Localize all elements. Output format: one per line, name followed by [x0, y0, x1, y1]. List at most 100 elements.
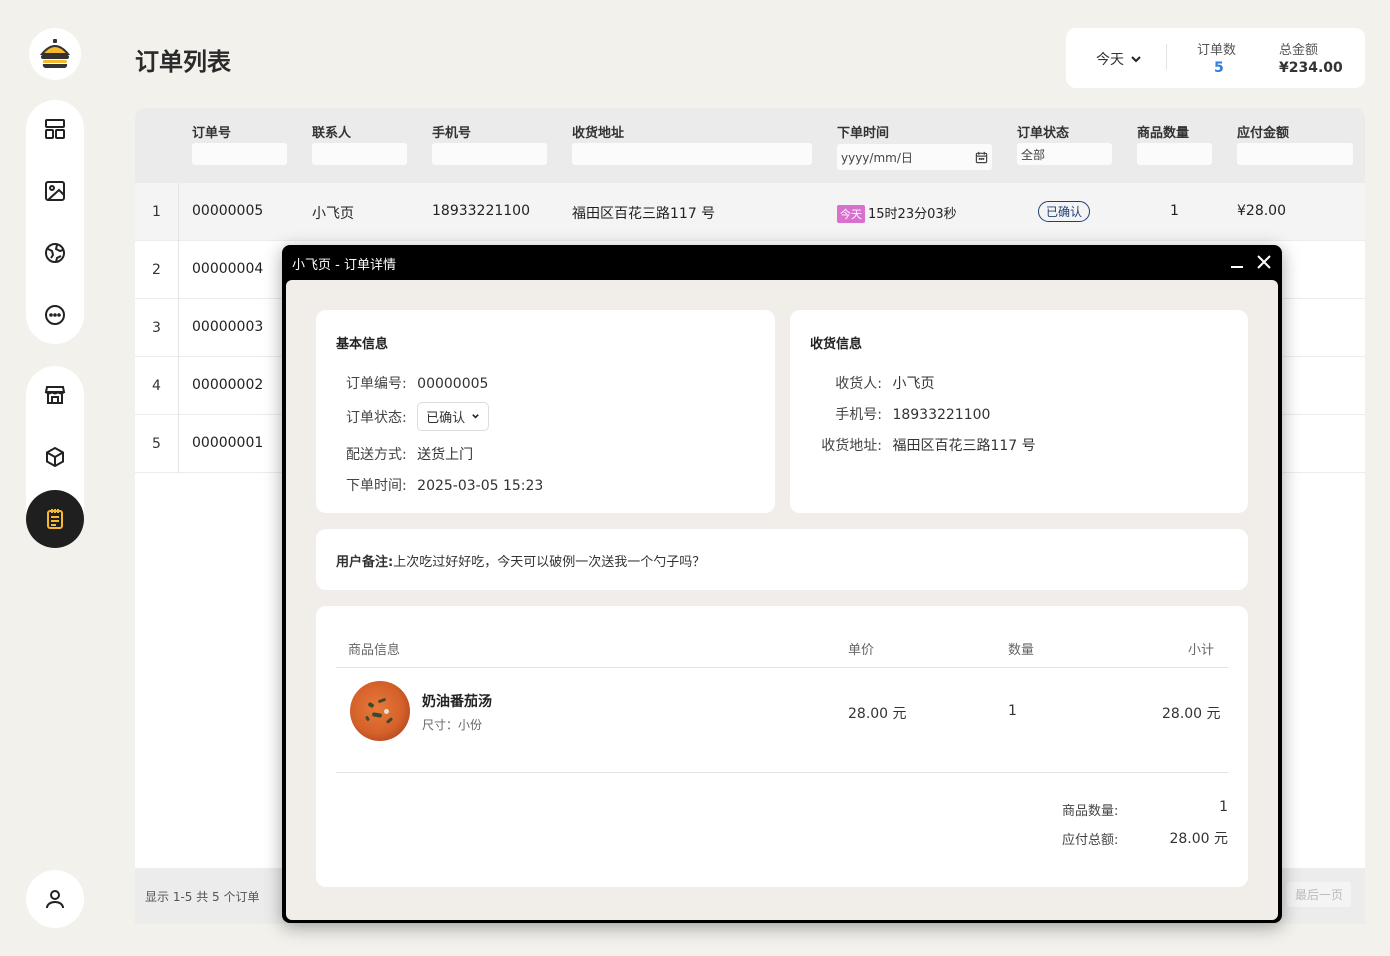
app-logo[interactable] — [29, 28, 81, 80]
cell-phone: 18933221100 — [432, 203, 530, 219]
table-header: 订单号 联系人 手机号 收货地址 下单时间 订单状态 商品数量 应付金额 yyy… — [135, 108, 1365, 183]
receiver-value: 小飞页 — [892, 376, 935, 392]
goods-col-price: 单价 — [848, 643, 875, 658]
basic-info-title: 基本信息 — [336, 337, 389, 352]
more-icon — [45, 305, 65, 325]
col-amount[interactable]: 应付金额 — [1237, 122, 1289, 141]
summary-panel: 今天 订单数 5 总金额 ¥234.00 — [1066, 28, 1365, 88]
order-no-label: 订单编号: — [346, 376, 407, 392]
receiver-field: 收货人: 小飞页 — [820, 373, 934, 393]
goods-col-qty: 数量 — [1008, 643, 1035, 658]
nav-more[interactable] — [26, 286, 84, 344]
col-quantity[interactable]: 商品数量 — [1137, 122, 1189, 141]
order-no-field: 订单编号: 00000005 — [346, 373, 488, 393]
cell-order-time: 今天 15时23分03秒 — [837, 203, 957, 223]
total-amount-label: 总金额 — [1279, 43, 1319, 58]
goods-total-value: 28.00 元 — [1169, 831, 1228, 847]
col-order-no[interactable]: 订单号 — [192, 122, 231, 141]
cell-quantity: 1 — [1170, 203, 1179, 219]
delivery-value: 送货上门 — [417, 447, 474, 463]
nav-group-primary — [26, 100, 84, 344]
order-status-label: 订单状态: — [346, 410, 407, 426]
cell-address: 福田区百花三路117 号 — [572, 206, 716, 222]
minimize-icon — [1231, 266, 1243, 268]
cell-amount: ¥28.00 — [1237, 203, 1286, 219]
box-icon — [46, 446, 64, 468]
total-amount-value: ¥234.00 — [1279, 60, 1343, 76]
close-button[interactable] — [1255, 253, 1273, 271]
range-select[interactable]: 今天 — [1096, 49, 1142, 69]
range-select-value: 今天 — [1096, 52, 1124, 68]
order-time-label: 下单时间: — [346, 478, 407, 494]
cell-order-no: 00000002 — [192, 377, 264, 393]
last-page-button[interactable]: 最后一页 — [1286, 882, 1351, 907]
goods-total-label: 应付总额: — [1062, 833, 1119, 848]
product-price: 28.00 元 — [848, 706, 907, 722]
shipping-info-title: 收货信息 — [810, 337, 863, 352]
receiver-phone-field: 手机号: 18933221100 — [820, 404, 990, 424]
delivery-label: 配送方式: — [346, 447, 407, 463]
page-title: 订单列表 — [135, 48, 231, 76]
filter-phone[interactable] — [432, 143, 547, 165]
user-note-label: 用户备注: — [336, 555, 394, 570]
nav-orders[interactable] — [26, 490, 84, 548]
today-tag: 今天 — [837, 205, 865, 223]
filter-status[interactable]: 全部 — [1017, 143, 1112, 165]
goods-footer-divider — [336, 772, 1228, 773]
order-status-select[interactable]: 已确认 — [417, 402, 490, 431]
receiver-address-value: 福田区百花三路117 号 — [892, 438, 1036, 454]
filter-date[interactable]: yyyy/mm/日 — [837, 144, 992, 170]
status-badge: 已确认 — [1038, 201, 1091, 222]
nav-store[interactable] — [26, 366, 84, 424]
goods-col-subtotal: 小计 — [1188, 643, 1215, 658]
order-time-value: 2025-03-05 15:23 — [417, 478, 544, 494]
orders-icon — [47, 509, 63, 529]
product-spec: 尺寸：小份 — [422, 718, 483, 732]
nav-dashboard[interactable] — [26, 100, 84, 158]
user-profile-button[interactable] — [26, 870, 84, 928]
filter-address[interactable] — [572, 143, 812, 165]
col-phone[interactable]: 手机号 — [432, 122, 471, 141]
col-order-time[interactable]: 下单时间 — [837, 122, 889, 141]
filter-amount[interactable] — [1237, 143, 1353, 165]
goods-count-value: 1 — [1219, 799, 1228, 815]
receiver-address-label: 收货地址: — [821, 438, 882, 454]
product-thumbnail — [350, 681, 410, 741]
col-contact[interactable]: 联系人 — [312, 122, 351, 141]
minimize-button[interactable] — [1228, 253, 1246, 271]
receiver-phone-label: 手机号: — [835, 407, 882, 423]
order-detail-modal: 小飞页 - 订单详情 基本信息 订单编号: 00000005 订单状态: 已确认… — [282, 245, 1282, 923]
nav-products[interactable] — [26, 428, 84, 486]
row-index: 4 — [135, 357, 179, 415]
filter-order-no[interactable] — [192, 143, 287, 165]
cell-order-no: 00000005 — [192, 203, 264, 219]
modal-body: 基本信息 订单编号: 00000005 订单状态: 已确认 配送方式: 送货上门… — [286, 280, 1278, 920]
row-index: 1 — [135, 183, 179, 241]
calendar-icon[interactable] — [975, 151, 988, 164]
globe-icon — [45, 243, 65, 263]
col-status[interactable]: 订单状态 — [1017, 122, 1069, 141]
cell-order-no: 00000004 — [192, 261, 264, 277]
col-address[interactable]: 收货地址 — [572, 122, 624, 141]
user-icon — [46, 890, 64, 909]
delivery-field: 配送方式: 送货上门 — [346, 444, 473, 464]
receiver-phone-value: 18933221100 — [892, 407, 991, 423]
user-note: 用户备注:上次吃过好好吃，今天可以破例一次送我一个勺子吗？ — [336, 551, 705, 570]
image-icon — [45, 181, 65, 201]
filter-date-placeholder: yyyy/mm/日 — [841, 150, 913, 165]
dashboard-icon — [45, 119, 65, 139]
nav-globe[interactable] — [26, 224, 84, 282]
order-count-value: 5 — [1214, 60, 1224, 76]
modal-title: 小飞页 - 订单详情 — [292, 258, 396, 273]
user-note-card: 用户备注:上次吃过好好吃，今天可以破例一次送我一个勺子吗？ — [316, 529, 1248, 590]
goods-header-divider — [336, 667, 1228, 668]
table-row[interactable]: 1 00000005 小飞页 18933221100 福田区百花三路117 号 … — [135, 183, 1365, 241]
goods-card: 商品信息 单价 数量 小计 奶油番茄汤 尺寸：小份 28.00 元 1 28.0… — [316, 606, 1248, 887]
chevron-down-icon — [472, 414, 479, 419]
filter-contact[interactable] — [312, 143, 407, 165]
nav-images[interactable] — [26, 162, 84, 220]
filter-quantity[interactable] — [1137, 143, 1212, 165]
burger-logo-icon — [39, 39, 71, 69]
chevron-down-icon — [1131, 56, 1141, 63]
order-count-label: 订单数 — [1197, 43, 1237, 58]
